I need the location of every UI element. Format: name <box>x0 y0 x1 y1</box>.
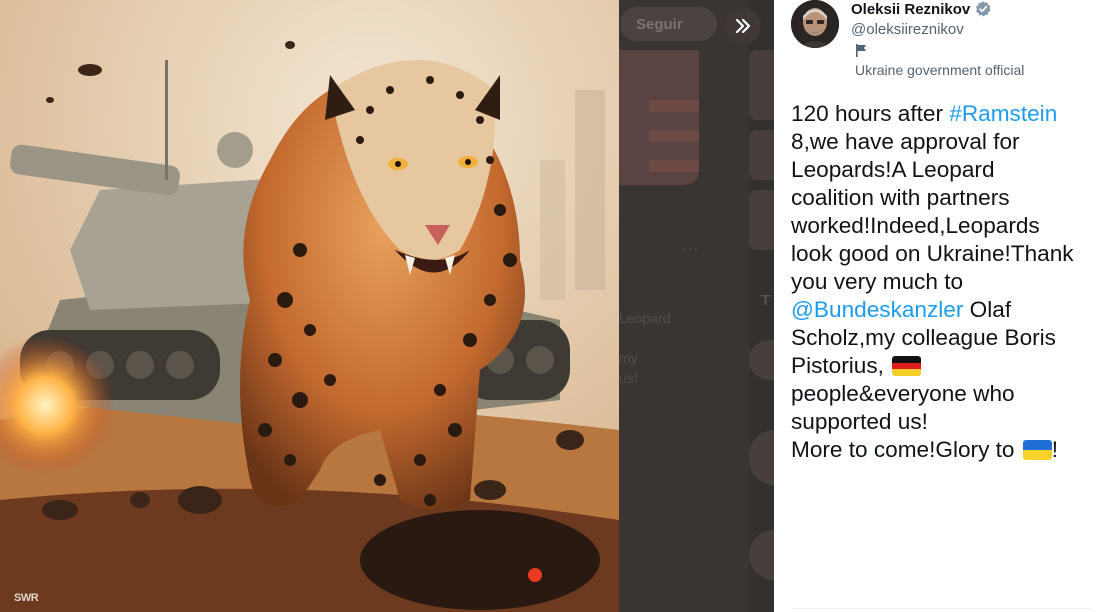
author-photo <box>791 0 839 48</box>
verified-badge-icon <box>976 1 991 17</box>
author-handle[interactable]: @oleksiireznikov <box>851 21 964 38</box>
author-name-row[interactable]: Oleksii Reznikov <box>851 0 992 18</box>
tweet-text-line: worked!Indeed,Leopards <box>791 213 1040 238</box>
germany-flag-emoji <box>892 356 922 376</box>
government-affiliation <box>855 44 867 57</box>
media-watermark: SWR <box>14 592 39 604</box>
tweet-panel: Oleksii Reznikov @oleksiireznikov Ukrain… <box>774 0 1107 612</box>
tweet-text-line: supported us! <box>791 409 928 434</box>
government-flag-icon <box>856 44 866 57</box>
tweet-text-line: Leopards!A Leopard <box>791 157 995 182</box>
background-more-dots: ··· <box>682 240 699 256</box>
tweet-text-segment: ! <box>1051 437 1059 462</box>
avatar[interactable] <box>791 0 839 48</box>
background-side-letter: T <box>761 292 771 309</box>
tweet-text-line: coalition with partners <box>791 185 1010 210</box>
tweet-text-line: look good on Ukraine!Thank <box>791 241 1074 266</box>
expand-icon <box>735 18 751 34</box>
leopard-tank-illustration <box>0 0 619 612</box>
background-sidebar: T <box>749 0 774 612</box>
government-label: Ukraine government official <box>855 62 1025 78</box>
ukraine-flag-emoji <box>1022 440 1052 460</box>
tweet-text-segment: Pistorius, <box>791 353 884 378</box>
background-follow-button: Seguir <box>620 7 717 41</box>
author-name[interactable]: Oleksii Reznikov <box>851 1 970 18</box>
tweet-text-line: people&everyone who <box>791 381 1015 406</box>
mention-link[interactable]: @Bundeskanzler <box>791 297 963 322</box>
tweet-text-segment: More to come!Glory to <box>791 437 1021 462</box>
tweet-text-segment: Olaf <box>963 297 1012 322</box>
tweet-text-line: you very much to <box>791 269 964 294</box>
background-timeline: Seguir ··· Leopard my us! T <box>619 0 774 612</box>
tweet-text: 120 hours after #Ramstein 8,we have appr… <box>791 100 1099 464</box>
hashtag-link[interactable]: #Ramstein <box>949 101 1057 126</box>
expand-button[interactable] <box>725 8 761 44</box>
background-snippet: Leopard <box>619 310 671 326</box>
media-image[interactable]: SWR <box>0 0 619 612</box>
divider <box>791 608 1091 609</box>
background-snippet: us! <box>619 370 638 386</box>
background-media-card <box>619 50 699 185</box>
tweet-text-line: Scholz,my colleague Boris <box>791 325 1056 350</box>
background-snippet: my <box>619 350 638 366</box>
tweet-text-line: 8,we have approval for <box>791 129 1020 154</box>
tweet-text-segment: 120 hours after <box>791 101 950 126</box>
